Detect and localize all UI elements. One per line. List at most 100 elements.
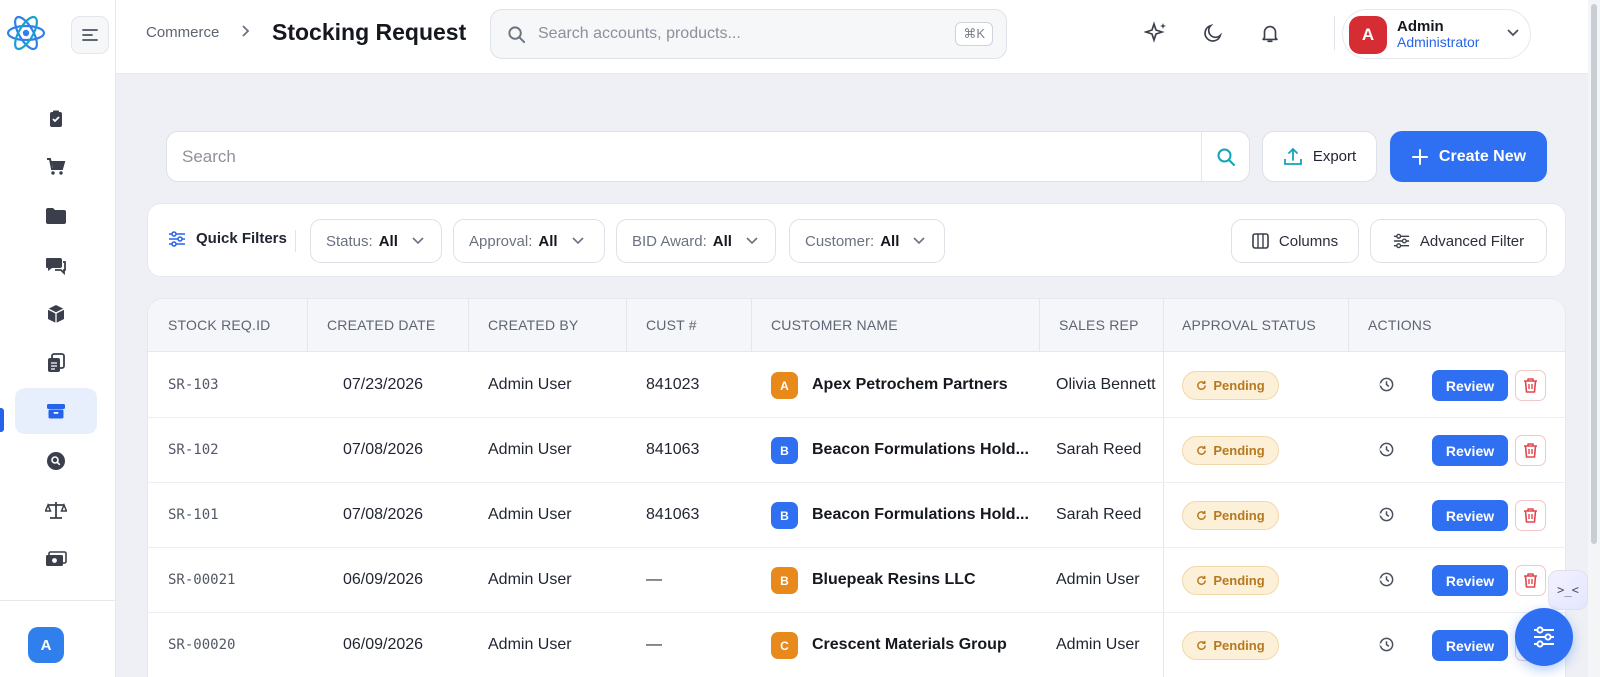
created-date: 06/09/2026 bbox=[343, 571, 424, 588]
approval-filter-label: Approval: bbox=[469, 232, 533, 250]
delete-button[interactable] bbox=[1515, 370, 1546, 401]
table-search-input[interactable] bbox=[167, 132, 1202, 181]
bid-award-filter[interactable]: BID Award: All bbox=[616, 219, 776, 263]
created-by: Admin User bbox=[488, 636, 572, 653]
create-new-button[interactable]: Create New bbox=[1390, 131, 1547, 182]
customer-name[interactable]: Crescent Materials Group bbox=[812, 612, 1007, 677]
review-button[interactable]: Review bbox=[1432, 435, 1508, 466]
sidebar-item-compliance[interactable] bbox=[15, 487, 97, 533]
history-icon[interactable] bbox=[1378, 441, 1395, 458]
review-button[interactable]: Review bbox=[1432, 630, 1508, 661]
col-header-created-by[interactable]: CREATED BY bbox=[488, 299, 578, 352]
status-filter-value: All bbox=[378, 232, 398, 250]
atom-logo-icon[interactable] bbox=[4, 14, 48, 52]
col-header-created-date[interactable]: CREATED DATE bbox=[327, 299, 435, 352]
review-button[interactable]: Review bbox=[1432, 370, 1508, 401]
theme-toggle-button[interactable] bbox=[1200, 20, 1226, 46]
sidebar-item-orders[interactable] bbox=[15, 144, 97, 190]
table-row[interactable]: SR-103 07/23/2026 Admin User 841023 A Apex Pe… bbox=[148, 352, 1565, 418]
export-button[interactable]: Export bbox=[1262, 131, 1377, 182]
approval-filter[interactable]: Approval: All bbox=[453, 219, 605, 263]
history-icon[interactable] bbox=[1378, 506, 1395, 523]
export-label: Export bbox=[1312, 148, 1357, 165]
delete-button[interactable] bbox=[1515, 500, 1546, 531]
create-new-label: Create New bbox=[1438, 147, 1527, 165]
status-badge: Pending bbox=[1182, 371, 1279, 400]
customer-filter-value: All bbox=[880, 232, 900, 250]
sliders-icon bbox=[169, 230, 185, 247]
history-icon[interactable] bbox=[1378, 376, 1395, 393]
customer-badge: C bbox=[771, 632, 798, 659]
col-header-id[interactable]: STOCK REQ.ID bbox=[168, 299, 271, 352]
documents-icon bbox=[48, 353, 65, 372]
sidebar-item-stocking[interactable] bbox=[15, 388, 97, 434]
sidebar-item-documents[interactable] bbox=[15, 340, 97, 386]
dev-tools-button[interactable]: >_< bbox=[1548, 570, 1588, 610]
sales-rep: Admin User bbox=[1056, 636, 1140, 653]
menu-toggle-button[interactable] bbox=[71, 16, 109, 54]
sidebar-item-finance[interactable] bbox=[15, 536, 97, 582]
moon-icon bbox=[1204, 23, 1223, 42]
quick-filters[interactable]: Quick Filters bbox=[168, 230, 287, 247]
review-button[interactable]: Review bbox=[1432, 500, 1508, 531]
status-badge: Pending bbox=[1182, 631, 1279, 660]
col-header-approval-status[interactable]: APPROVAL STATUS bbox=[1182, 299, 1316, 352]
customer-name[interactable]: Bluepeak Resins LLC bbox=[812, 547, 976, 613]
stock-req-id: SR-101 bbox=[168, 507, 219, 523]
col-header-sales-rep[interactable]: SALES REP bbox=[1059, 299, 1139, 352]
box-icon bbox=[47, 305, 65, 323]
customer-badge: B bbox=[771, 567, 798, 594]
status-text: Pending bbox=[1213, 573, 1265, 588]
status-filter-label: Status: bbox=[326, 232, 373, 250]
delete-button[interactable] bbox=[1515, 435, 1546, 466]
chevron-down-icon bbox=[913, 237, 925, 245]
customer-name[interactable]: Apex Petrochem Partners bbox=[812, 352, 1008, 418]
table-search-button[interactable] bbox=[1201, 132, 1249, 181]
customer-name[interactable]: Beacon Formulations Hold... bbox=[812, 482, 1029, 548]
customer-badge: B bbox=[771, 502, 798, 529]
global-search[interactable]: Search accounts, products... ⌘K bbox=[490, 9, 1007, 59]
sidebar-item-messages[interactable] bbox=[15, 242, 97, 288]
table-search bbox=[166, 131, 1250, 182]
ai-sparkle-button[interactable] bbox=[1143, 20, 1169, 46]
sales-rep: Sarah Reed bbox=[1056, 506, 1142, 523]
col-header-cust-number[interactable]: CUST # bbox=[646, 299, 697, 352]
notifications-button[interactable] bbox=[1257, 20, 1283, 46]
page-title: Stocking Request bbox=[272, 19, 467, 45]
table-row[interactable]: SR-101 07/08/2026 Admin User 841063 B Beacon … bbox=[148, 482, 1565, 548]
status-text: Pending bbox=[1213, 508, 1265, 523]
user-menu[interactable]: A Admin Administrator bbox=[1342, 9, 1531, 59]
advanced-filter-button[interactable]: Advanced Filter bbox=[1370, 219, 1547, 263]
scale-icon bbox=[45, 502, 67, 519]
col-header-customer-name[interactable]: CUSTOMER NAME bbox=[771, 299, 898, 352]
chevron-down-icon bbox=[1507, 29, 1519, 37]
money-icon bbox=[46, 551, 67, 566]
cart-icon bbox=[47, 158, 66, 175]
customer-filter[interactable]: Customer: All bbox=[789, 219, 945, 263]
approval-filter-value: All bbox=[538, 232, 558, 250]
archive-icon bbox=[47, 404, 65, 419]
user-avatar-small[interactable]: A bbox=[28, 627, 64, 663]
sidebar-item-search[interactable] bbox=[15, 438, 97, 484]
settings-fab[interactable] bbox=[1515, 608, 1573, 666]
breadcrumb[interactable]: Commerce bbox=[146, 24, 219, 41]
table-header: STOCK REQ.ID CREATED DATE CREATED BY CUS… bbox=[148, 299, 1565, 352]
trash-icon bbox=[1524, 573, 1537, 588]
status-filter[interactable]: Status: All bbox=[310, 219, 442, 263]
history-icon[interactable] bbox=[1378, 571, 1395, 588]
sidebar-item-files[interactable] bbox=[15, 193, 97, 239]
review-button[interactable]: Review bbox=[1432, 565, 1508, 596]
history-icon[interactable] bbox=[1378, 636, 1395, 653]
table-row[interactable]: SR-102 07/08/2026 Admin User 841063 B Beacon … bbox=[148, 417, 1565, 483]
page-scrollbar-thumb[interactable] bbox=[1591, 4, 1597, 544]
user-name: Admin bbox=[1397, 18, 1444, 35]
sidebar-item-requests[interactable] bbox=[15, 96, 97, 142]
sidebar-item-products[interactable] bbox=[15, 291, 97, 337]
sales-rep: Admin User bbox=[1056, 571, 1140, 588]
quick-filters-label: Quick Filters bbox=[196, 230, 287, 247]
delete-button[interactable] bbox=[1515, 565, 1546, 596]
table-row[interactable]: SR-00021 06/09/2026 Admin User — B Bluepeak R… bbox=[148, 547, 1565, 613]
customer-name[interactable]: Beacon Formulations Hold... bbox=[812, 417, 1029, 483]
table-row[interactable]: SR-00020 06/09/2026 Admin User — C Crescent M… bbox=[148, 612, 1565, 677]
columns-button[interactable]: Columns bbox=[1231, 219, 1359, 263]
